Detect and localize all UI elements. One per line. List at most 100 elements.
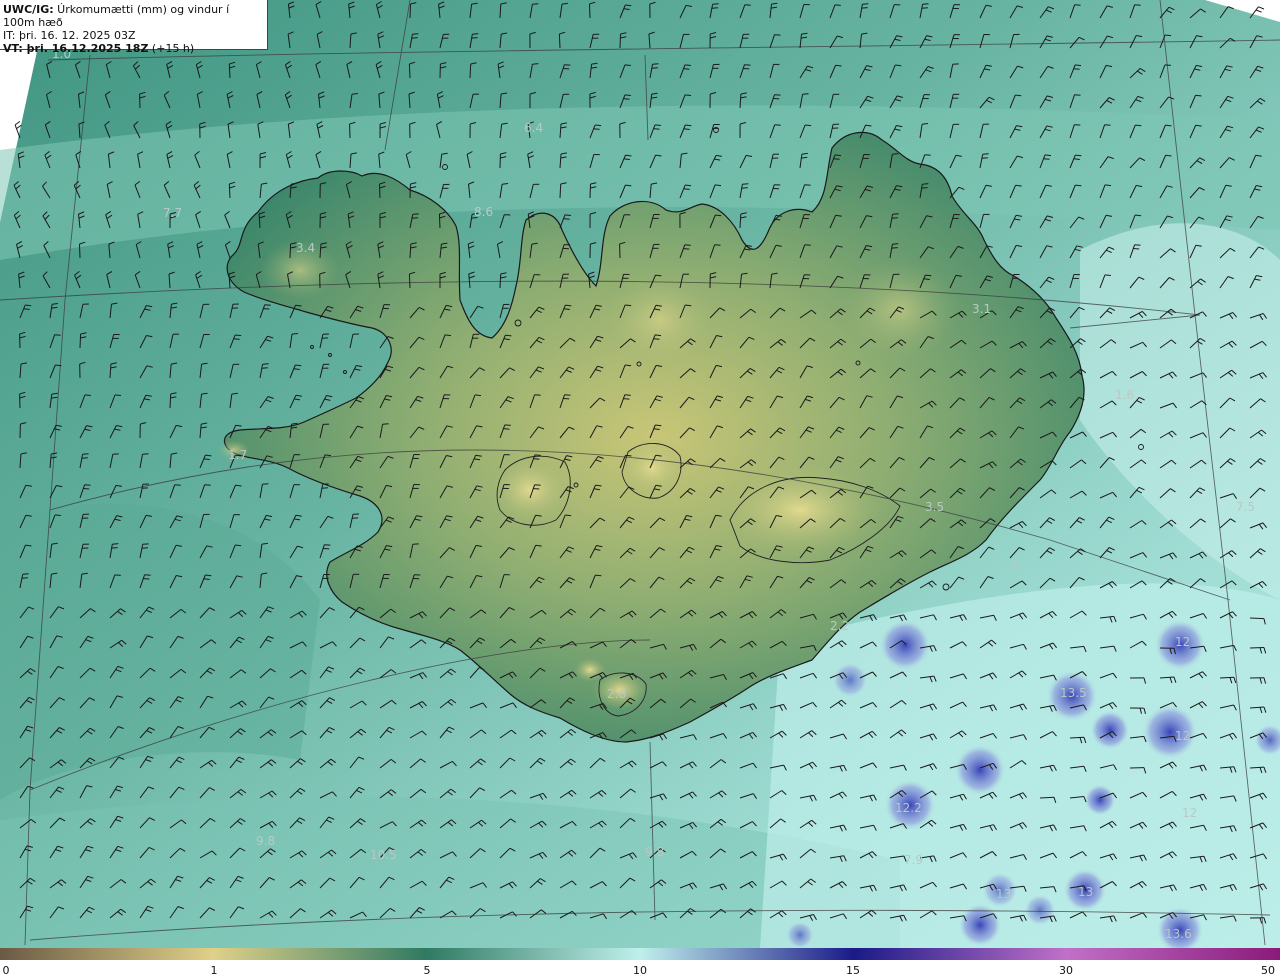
wind-barb-feather: [1104, 274, 1111, 276]
value-label: 12: [1182, 806, 1197, 820]
value-label: 8.6: [474, 205, 493, 219]
wind-barb-feather: [624, 64, 631, 66]
value-label: 7.7: [163, 206, 182, 220]
issue-time: IT: þri. 16. 12. 2025 03Z: [3, 29, 136, 42]
wind-barb-feather: [654, 334, 662, 337]
wind-barb-feather: [684, 244, 691, 246]
wind-barb-feather: [653, 128, 660, 130]
wind-barb-feather: [235, 544, 242, 547]
wind-barb-feather: [714, 184, 722, 187]
wind-barb-feather: [565, 514, 572, 517]
wind-barb-feather: [411, 37, 418, 39]
wind-barb-feather: [114, 574, 121, 576]
wind-barb-feather: [624, 94, 631, 96]
value-label: 2.2: [830, 619, 849, 633]
wind-barb-icon: [228, 183, 231, 199]
wind-barb-feather: [81, 457, 88, 459]
wind-barb-feather: [683, 188, 690, 190]
wind-barb-feather: [114, 394, 121, 396]
wind-barb-icon: [438, 213, 441, 229]
colorbar-tick-label: 1: [210, 964, 218, 977]
wind-barb-feather: [684, 64, 691, 66]
value-label: 1.7: [228, 448, 247, 462]
colorbar-tick-label: 50: [1261, 964, 1275, 977]
wind-barb-feather: [1075, 154, 1082, 157]
wind-barb-feather: [111, 547, 118, 549]
value-label: 12: [1175, 729, 1190, 743]
wind-barb-icon: [409, 3, 411, 19]
forecast-map[interactable]: 1.0 6.4 7.7 8.6 3.4 3.1 1.6 1.7 3.5 7.5 …: [0, 0, 1280, 948]
wind-barb-feather: [834, 4, 841, 6]
wind-barb-feather: [595, 124, 602, 127]
highland-vatnajokull: [715, 462, 885, 558]
colorbar-tick-label: 30: [1059, 964, 1073, 977]
wind-barb-feather: [891, 247, 898, 249]
wind-barb-feather: [1075, 64, 1082, 67]
wind-barb-feather: [925, 274, 932, 277]
wind-barb-feather: [924, 154, 931, 156]
wind-barb-feather: [833, 158, 840, 160]
wind-barb-feather: [625, 304, 632, 307]
wind-barb-feather: [921, 7, 928, 9]
wind-barb-feather: [711, 7, 718, 9]
wind-barb-feather: [1073, 158, 1080, 160]
wind-barb-feather: [1073, 68, 1080, 70]
wind-barb-feather: [922, 183, 929, 185]
wind-barb-feather: [532, 63, 539, 65]
wind-barb-icon: [408, 63, 411, 79]
highland-north: [600, 270, 720, 370]
wind-barb-feather: [22, 573, 29, 575]
wind-barb-feather: [1134, 4, 1141, 6]
wind-barb-feather: [54, 514, 61, 516]
highland-eyjafjallajokull: [574, 658, 606, 682]
wind-barb-feather: [801, 152, 808, 155]
wind-barb-feather: [1075, 184, 1082, 187]
colorbar: 0 1 5 10 15 30 50: [0, 948, 1280, 978]
value-label: 12: [1175, 635, 1190, 649]
value-label: 3.4: [296, 241, 315, 255]
wind-barb-feather: [1104, 184, 1112, 187]
wind-barb-feather: [174, 484, 181, 486]
wind-barb-feather: [623, 398, 630, 400]
colorbar-tick-label: 15: [846, 964, 860, 977]
wind-barb-feather: [83, 488, 90, 490]
colorbar-tick-label: 10: [633, 964, 647, 977]
colorbar-strip: [0, 948, 1280, 960]
wind-barb-feather: [533, 458, 540, 460]
map-canvas: 1.0 6.4 7.7 8.6 3.4 3.1 1.6 1.7 3.5 7.5 …: [0, 0, 1280, 948]
wind-barb-icon: [589, 183, 591, 199]
wind-barb-feather: [262, 483, 269, 485]
wind-barb-feather: [474, 394, 482, 397]
valid-offset: (+15 h): [148, 42, 195, 55]
wind-barb-icon: [1249, 647, 1265, 649]
wind-barb-feather: [324, 454, 332, 457]
value-label: 2.8: [607, 687, 626, 701]
colorbar-tick-label: 5: [423, 964, 431, 977]
wind-barb-feather: [741, 187, 748, 189]
wind-barb-feather: [1164, 64, 1171, 66]
wind-barb-feather: [684, 94, 692, 96]
wind-barb-feather: [653, 338, 660, 340]
product-title-line: UWC/IG: Úrkomumætti (mm) og vindur í 100…: [3, 3, 263, 29]
wind-barb-icon: [1249, 617, 1265, 620]
wind-barb-feather: [1133, 248, 1140, 250]
value-label: 13.5: [1060, 686, 1087, 700]
value-label: 7.5: [1236, 500, 1255, 514]
wind-barb-feather: [52, 303, 59, 305]
wind-barb-feather: [235, 334, 242, 337]
wind-barb-feather: [1044, 154, 1052, 157]
wind-barb-feather: [623, 98, 630, 100]
value-label: 9.8: [645, 845, 664, 859]
wind-barb-icon: [408, 273, 411, 289]
highland-northeast: [840, 260, 960, 360]
wind-barb-feather: [892, 243, 899, 245]
map-header: UWC/IG: Úrkomumætti (mm) og vindur í 100…: [0, 0, 268, 55]
wind-barb-feather: [503, 428, 510, 430]
value-label: 6.4: [524, 121, 543, 135]
wind-barb-feather: [805, 124, 812, 127]
wind-barb-feather: [563, 218, 570, 220]
value-label: 3.5: [925, 500, 944, 514]
wind-barb-feather: [654, 124, 661, 126]
product-prefix: UWC/IG:: [3, 3, 54, 16]
wind-barb-feather: [624, 394, 631, 396]
